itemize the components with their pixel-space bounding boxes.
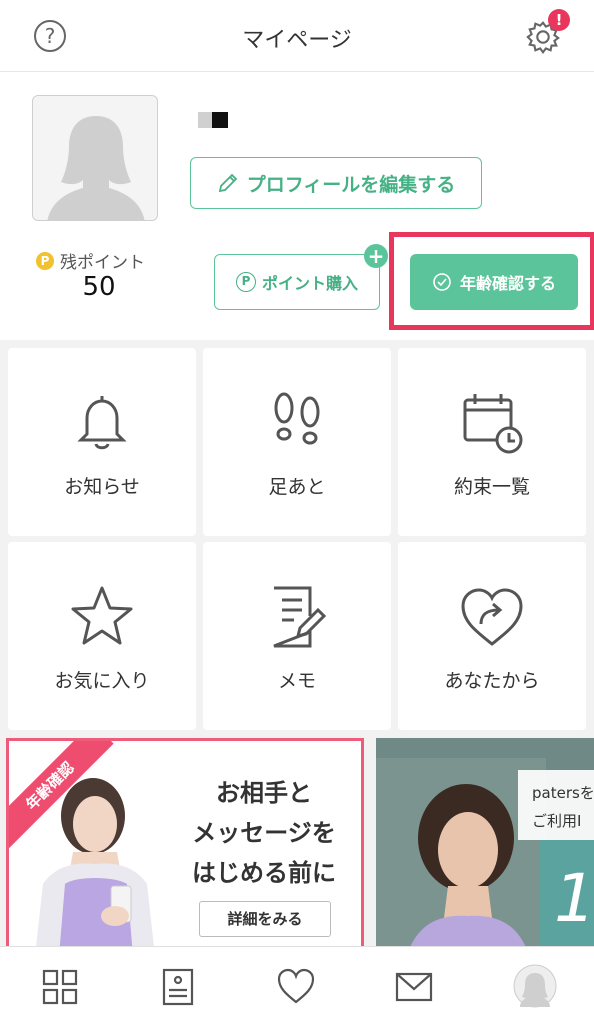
avatar-icon[interactable] xyxy=(512,963,558,1009)
menu-label: 約束一覧 xyxy=(453,476,530,498)
headline-line-1: お相手と xyxy=(216,779,312,807)
menu-tile-favorites[interactable]: お気に入り xyxy=(8,542,196,730)
headline-line-3: はじめる前に xyxy=(192,859,336,887)
bottom-tab-bar xyxy=(0,946,594,1024)
age-verify-banner[interactable]: 年齢確認 お相手と メッセージを はじめる前に 詳細をみる xyxy=(6,738,364,954)
profile-section: プロフィールを編集する P 残ポイント 50 P ポイント購入 + 年齢確認する xyxy=(0,72,594,340)
see-details-button[interactable]: 詳細をみる xyxy=(199,901,331,937)
banner-headline: お相手と メッセージを はじめる前に xyxy=(169,773,359,893)
points-value: 50 xyxy=(82,272,116,302)
mail-icon[interactable] xyxy=(394,967,434,1007)
header: ? マイページ ! xyxy=(0,0,594,72)
notification-badge: ! xyxy=(548,9,570,31)
menu-label: あなたから xyxy=(444,670,540,692)
list-icon[interactable] xyxy=(158,967,198,1007)
buy-points-button[interactable]: P ポイント購入 xyxy=(214,254,380,310)
menu-tile-appointments[interactable]: 約束一覧 xyxy=(398,348,586,536)
banner-number: 1( xyxy=(554,860,594,937)
banner-text-1: patersを xyxy=(532,784,594,802)
memo-icon xyxy=(273,586,327,648)
heart-share-icon xyxy=(461,588,523,646)
paters-banner[interactable]: patersを ご利用I 1( xyxy=(376,738,594,954)
grid-icon[interactable] xyxy=(40,967,80,1007)
banner-text-2: ご利用I xyxy=(532,812,582,830)
menu-label: お気に入り xyxy=(54,670,150,692)
menu-label: お知らせ xyxy=(64,476,140,498)
plus-icon: + xyxy=(364,244,388,268)
calendar-clock-icon xyxy=(463,394,523,454)
heart-icon[interactable] xyxy=(276,967,316,1007)
headline-line-2: メッセージを xyxy=(192,819,336,847)
menu-tile-notifications[interactable]: お知らせ xyxy=(8,348,196,536)
menu-tile-memo[interactable]: メモ xyxy=(203,542,391,730)
menu-label: メモ xyxy=(277,670,316,692)
avatar-silhouette-icon xyxy=(47,116,145,220)
edit-profile-label: プロフィールを編集する xyxy=(246,173,456,196)
age-verify-button[interactable]: 年齢確認する xyxy=(410,254,578,310)
coin-icon: P xyxy=(36,251,54,270)
page-title: マイページ xyxy=(242,28,352,53)
pencil-icon xyxy=(218,173,237,193)
edit-profile-button[interactable]: プロフィールを編集する xyxy=(190,157,482,209)
menu-label: 足あと xyxy=(268,476,326,498)
age-verify-label: 年齢確認する xyxy=(459,274,556,293)
points-label: P 残ポイント xyxy=(36,248,145,273)
point-icon: P xyxy=(235,272,256,292)
footprints-icon xyxy=(274,392,320,445)
star-icon xyxy=(71,586,133,645)
menu-tile-footprints[interactable]: 足あと xyxy=(203,348,391,536)
bell-icon xyxy=(77,396,127,450)
points-label-text: 残ポイント xyxy=(60,253,145,273)
menu-tile-from-you[interactable]: あなたから xyxy=(398,542,586,730)
check-circle-icon xyxy=(433,273,451,291)
avatar[interactable] xyxy=(32,95,158,221)
buy-points-label: ポイント購入 xyxy=(261,274,358,293)
username-redacted xyxy=(198,112,230,128)
